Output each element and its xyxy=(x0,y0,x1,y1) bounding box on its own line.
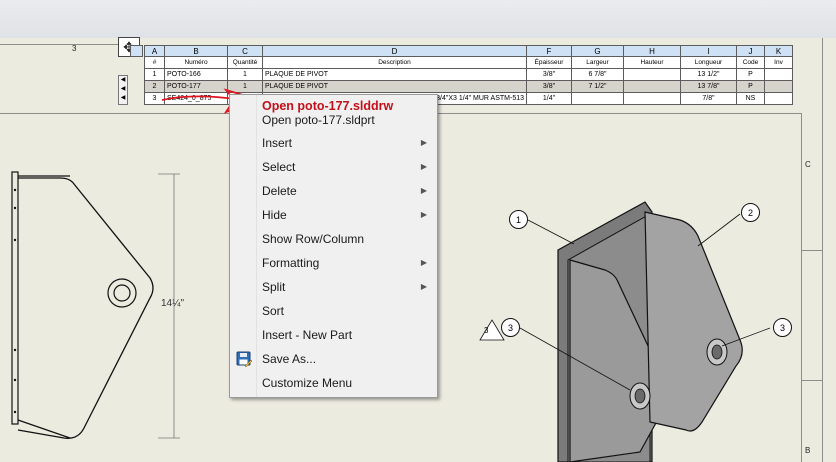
menu-item-select[interactable]: Select ▶ xyxy=(230,155,437,179)
sheet-border-right xyxy=(822,38,823,462)
submenu-arrow-icon: ▶ xyxy=(420,210,427,219)
col-letter[interactable]: J xyxy=(736,45,765,57)
col-letter[interactable]: H xyxy=(623,45,681,57)
cell[interactable]: 6 7/8" xyxy=(571,68,624,81)
menu-item-customize-menu[interactable]: Customize Menu xyxy=(230,371,437,395)
menu-item-show-row-column[interactable]: Show Row/Column xyxy=(230,227,437,251)
cell[interactable] xyxy=(623,68,681,81)
header-cell[interactable]: Largeur xyxy=(571,56,624,69)
zone-line xyxy=(0,44,120,45)
cell[interactable]: NS xyxy=(736,92,765,105)
cell[interactable]: 1 xyxy=(144,68,165,81)
table-corner[interactable] xyxy=(130,45,143,57)
cell[interactable]: 3/8" xyxy=(526,80,572,93)
cell[interactable]: 13 7/8" xyxy=(680,80,737,93)
submenu-arrow-icon: ▶ xyxy=(420,162,427,171)
header-cell[interactable]: # xyxy=(144,56,165,69)
cell[interactable] xyxy=(623,80,681,93)
cell[interactable]: 1/4" xyxy=(526,92,572,105)
context-menu: Open poto-177.slddrw Open poto-177.sldpr… xyxy=(229,94,438,398)
col-letter[interactable]: C xyxy=(227,45,263,57)
col-letter[interactable]: K xyxy=(764,45,793,57)
title-bar-area xyxy=(0,0,836,38)
col-letter[interactable]: D xyxy=(262,45,527,57)
balloon-3[interactable]: 3 xyxy=(501,318,520,337)
cell[interactable]: 13 1/2" xyxy=(680,68,737,81)
submenu-arrow-icon: ▶ xyxy=(420,186,427,195)
save-as-icon xyxy=(236,351,252,367)
header-cell[interactable]: Hauteur xyxy=(623,56,681,69)
menu-item-open-part[interactable]: Open poto-177.sldprt xyxy=(230,108,437,132)
height-dimension: 14¼" xyxy=(161,298,185,309)
header-cell[interactable]: Code xyxy=(736,56,765,69)
side-view-drawing xyxy=(11,171,180,439)
col-letter[interactable]: G xyxy=(571,45,624,57)
column-letter-row: A B C D F G H I J K xyxy=(144,45,793,57)
drag-handle-icon[interactable]: ◀ ◀ ◀ xyxy=(118,75,128,105)
menu-item-hide[interactable]: Hide ▶ xyxy=(230,203,437,227)
table-header-row: # Numéro Quantité Description Épaisseur … xyxy=(144,56,793,69)
submenu-arrow-icon: ▶ xyxy=(420,138,427,147)
col-letter[interactable]: I xyxy=(680,45,737,57)
balloon-2[interactable]: 2 xyxy=(741,203,760,222)
header-cell[interactable]: Numéro xyxy=(164,56,228,69)
zone-label-3: 3 xyxy=(72,44,77,53)
cell[interactable]: P xyxy=(736,68,765,81)
submenu-arrow-icon: ▶ xyxy=(420,258,427,267)
header-cell[interactable]: Inv xyxy=(764,56,793,69)
table-row[interactable]: 1 POTO-166 1 PLAQUE DE PIVOT 3/8" 6 7/8"… xyxy=(144,68,793,81)
cell[interactable]: PLAQUE DE PIVOT xyxy=(262,68,527,81)
cell[interactable]: 3/8" xyxy=(526,68,572,81)
cell[interactable]: 7 1/2" xyxy=(571,80,624,93)
menu-item-delete[interactable]: Delete ▶ xyxy=(230,179,437,203)
header-cell[interactable]: Longueur xyxy=(680,56,737,69)
col-letter[interactable]: A xyxy=(144,45,165,57)
menu-item-formatting[interactable]: Formatting ▶ xyxy=(230,251,437,275)
cell[interactable] xyxy=(764,68,793,81)
cell[interactable]: 7/8" xyxy=(680,92,737,105)
balloon-3b[interactable]: 3 xyxy=(773,318,792,337)
menu-item-insert[interactable]: Insert ▶ xyxy=(230,131,437,155)
menu-item-insert-new-part[interactable]: Insert - New Part xyxy=(230,323,437,347)
revision-triangle-label: 3 xyxy=(484,326,489,335)
col-letter[interactable]: F xyxy=(526,45,572,57)
header-cell[interactable]: Description xyxy=(262,56,527,69)
cell[interactable]: 1 xyxy=(227,68,263,81)
cell[interactable] xyxy=(764,92,793,105)
header-cell[interactable]: Épaisseur xyxy=(526,56,572,69)
menu-item-save-as[interactable]: Save As... xyxy=(230,347,437,371)
cell[interactable] xyxy=(623,92,681,105)
balloon-1[interactable]: 1 xyxy=(509,210,528,229)
zone-label-c: C xyxy=(805,160,811,169)
cell[interactable]: PLAQUE DE PIVOT xyxy=(262,80,527,93)
menu-item-sort[interactable]: Sort xyxy=(230,299,437,323)
cell[interactable] xyxy=(571,92,624,105)
isometric-view-drawing xyxy=(479,201,771,462)
cell[interactable]: POTO-166 xyxy=(164,68,228,81)
cell[interactable]: P xyxy=(736,80,765,93)
col-letter[interactable]: B xyxy=(164,45,228,57)
submenu-arrow-icon: ▶ xyxy=(420,282,427,291)
menu-item-split[interactable]: Split ▶ xyxy=(230,275,437,299)
header-cell[interactable]: Quantité xyxy=(227,56,263,69)
cell[interactable] xyxy=(764,80,793,93)
